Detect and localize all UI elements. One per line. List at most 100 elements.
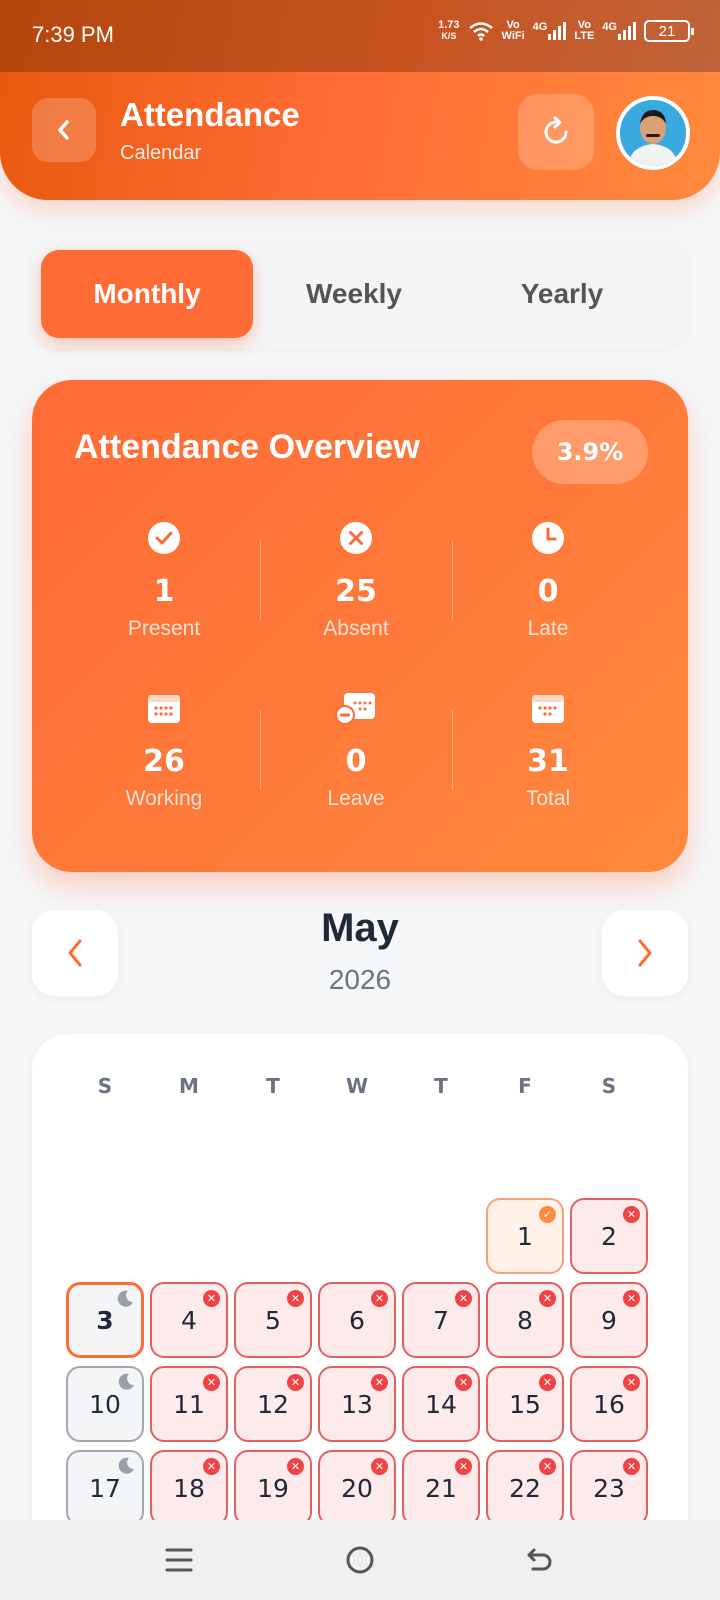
back-button[interactable] [32, 98, 96, 162]
calendar-day[interactable]: 11 ✕ [150, 1366, 228, 1442]
day-number: 18 [173, 1473, 205, 1503]
day-number: 2 [601, 1221, 617, 1251]
stat-label: Total [525, 787, 571, 810]
check-circle-icon [148, 522, 180, 554]
clock-icon [532, 522, 564, 554]
weekday-label: T [434, 1074, 448, 1098]
calendar-day[interactable]: 3 [66, 1282, 144, 1358]
calendar-day[interactable]: 18 ✕ [150, 1450, 228, 1526]
refresh-icon [544, 116, 568, 144]
day-number: 20 [341, 1473, 373, 1503]
day-number: 11 [173, 1389, 205, 1419]
absent-x-icon: ✕ [287, 1458, 304, 1475]
weekday-label: S [97, 1074, 113, 1098]
day-number: 6 [349, 1305, 365, 1335]
calendar-year: 2026 [328, 964, 392, 995]
stat-label: Absent [323, 617, 389, 640]
absent-x-icon: ✕ [455, 1374, 472, 1391]
stat-value: 0 [345, 744, 367, 779]
calendar-day[interactable]: 9 ✕ [570, 1282, 648, 1358]
day-number: 1 [517, 1221, 533, 1251]
stat-value: 0 [537, 574, 559, 609]
tab-yearly[interactable]: Yearly [456, 250, 668, 338]
day-number: 22 [509, 1473, 541, 1503]
calendar-icon [148, 695, 180, 723]
calendar-day[interactable]: 7 ✕ [402, 1282, 480, 1358]
absent-x-icon: ✕ [455, 1290, 472, 1307]
page-subtitle: Calendar [120, 142, 202, 164]
vowifi-indicator: Vo WiFi [501, 19, 525, 42]
calendar-grid: S M T W T F S 1 ✓ 2 ✕ 3 4 ✕ 5 ✕ 6 ✕ 7 ✕ 8 ✕ 9 ✕ 10 11 ✕ 12 ✕ 13 ✕ 14 ✕ 15… [32, 1034, 688, 1594]
absent-x-icon: ✕ [371, 1374, 388, 1391]
attendance-percentage-badge: 3.9% [532, 420, 648, 484]
calendar-day[interactable]: 19 ✕ [234, 1450, 312, 1526]
absent-x-icon: ✕ [203, 1374, 220, 1391]
signal-2: 4G [602, 22, 636, 40]
calendar-day[interactable]: 10 [66, 1366, 144, 1442]
calendar-month: May [321, 906, 399, 950]
absent-x-icon: ✕ [539, 1374, 556, 1391]
calendar-day[interactable]: 8 ✕ [486, 1282, 564, 1358]
absent-x-icon: ✕ [287, 1374, 304, 1391]
calendar-day[interactable]: 12 ✕ [234, 1366, 312, 1442]
day-number: 19 [257, 1473, 289, 1503]
battery-icon: 21 [644, 20, 694, 42]
menu-button[interactable] [154, 1538, 204, 1582]
refresh-button[interactable] [518, 94, 594, 170]
day-number: 16 [593, 1389, 625, 1419]
weekday-label: M [179, 1074, 199, 1098]
day-number: 7 [433, 1305, 449, 1335]
network-speed: 1.73 K/S [438, 19, 460, 42]
calendar-day[interactable]: 23 ✕ [570, 1450, 648, 1526]
next-month-button[interactable] [602, 910, 688, 996]
calendar-day[interactable]: 5 ✕ [234, 1282, 312, 1358]
calendar-day[interactable]: 16 ✕ [570, 1366, 648, 1442]
absent-x-icon: ✕ [371, 1458, 388, 1475]
stat-late: 0 Late [452, 520, 644, 641]
x-circle-icon [340, 522, 372, 554]
calendar-day[interactable]: 13 ✕ [318, 1366, 396, 1442]
stat-absent: 25 Absent [260, 520, 452, 641]
home-button[interactable] [335, 1538, 385, 1582]
calendar-day[interactable]: 22 ✕ [486, 1450, 564, 1526]
calendar-day[interactable]: 20 ✕ [318, 1450, 396, 1526]
calendar-day[interactable]: 6 ✕ [318, 1282, 396, 1358]
day-number: 13 [341, 1389, 373, 1419]
back-arrow-icon [527, 1548, 552, 1571]
day-number: 5 [265, 1305, 281, 1335]
present-check-icon: ✓ [539, 1206, 556, 1223]
stat-value: 1 [153, 574, 175, 609]
calendar-day[interactable]: 14 ✕ [402, 1366, 480, 1442]
day-number: 21 [425, 1473, 457, 1503]
day-number: 8 [517, 1305, 533, 1335]
day-number: 3 [96, 1305, 114, 1335]
day-number: 10 [89, 1389, 121, 1419]
absent-x-icon: ✕ [287, 1290, 304, 1307]
back-nav-button[interactable] [515, 1538, 565, 1582]
stat-label: Working [125, 787, 203, 810]
tab-monthly[interactable]: Monthly [41, 250, 253, 338]
calendar-day[interactable]: 1 ✓ [486, 1198, 564, 1274]
calendar-day[interactable]: 2 ✕ [570, 1198, 648, 1274]
previous-month-button[interactable] [32, 910, 118, 996]
status-time: 7:39 PM [32, 22, 114, 47]
calendar-day[interactable]: 17 [66, 1450, 144, 1526]
chevron-right-icon [638, 939, 652, 967]
moon-icon [117, 1290, 133, 1307]
day-number: 17 [89, 1473, 121, 1503]
stat-working: 26 Working [68, 690, 260, 811]
day-number: 9 [601, 1305, 617, 1335]
calendar-day[interactable]: 21 ✕ [402, 1450, 480, 1526]
calendar-minus-icon [335, 693, 375, 725]
calendar-day[interactable]: 15 ✕ [486, 1366, 564, 1442]
avatar[interactable] [616, 96, 690, 170]
weekday-label: W [345, 1074, 369, 1098]
system-nav-bar [0, 1520, 720, 1600]
calendar-day[interactable]: 4 ✕ [150, 1282, 228, 1358]
day-number: 23 [593, 1473, 625, 1503]
weekday-label: S [601, 1074, 617, 1098]
moon-icon [118, 1373, 134, 1390]
stat-value: 25 [335, 574, 377, 609]
absent-x-icon: ✕ [371, 1290, 388, 1307]
tab-weekly[interactable]: Weekly [248, 250, 460, 338]
